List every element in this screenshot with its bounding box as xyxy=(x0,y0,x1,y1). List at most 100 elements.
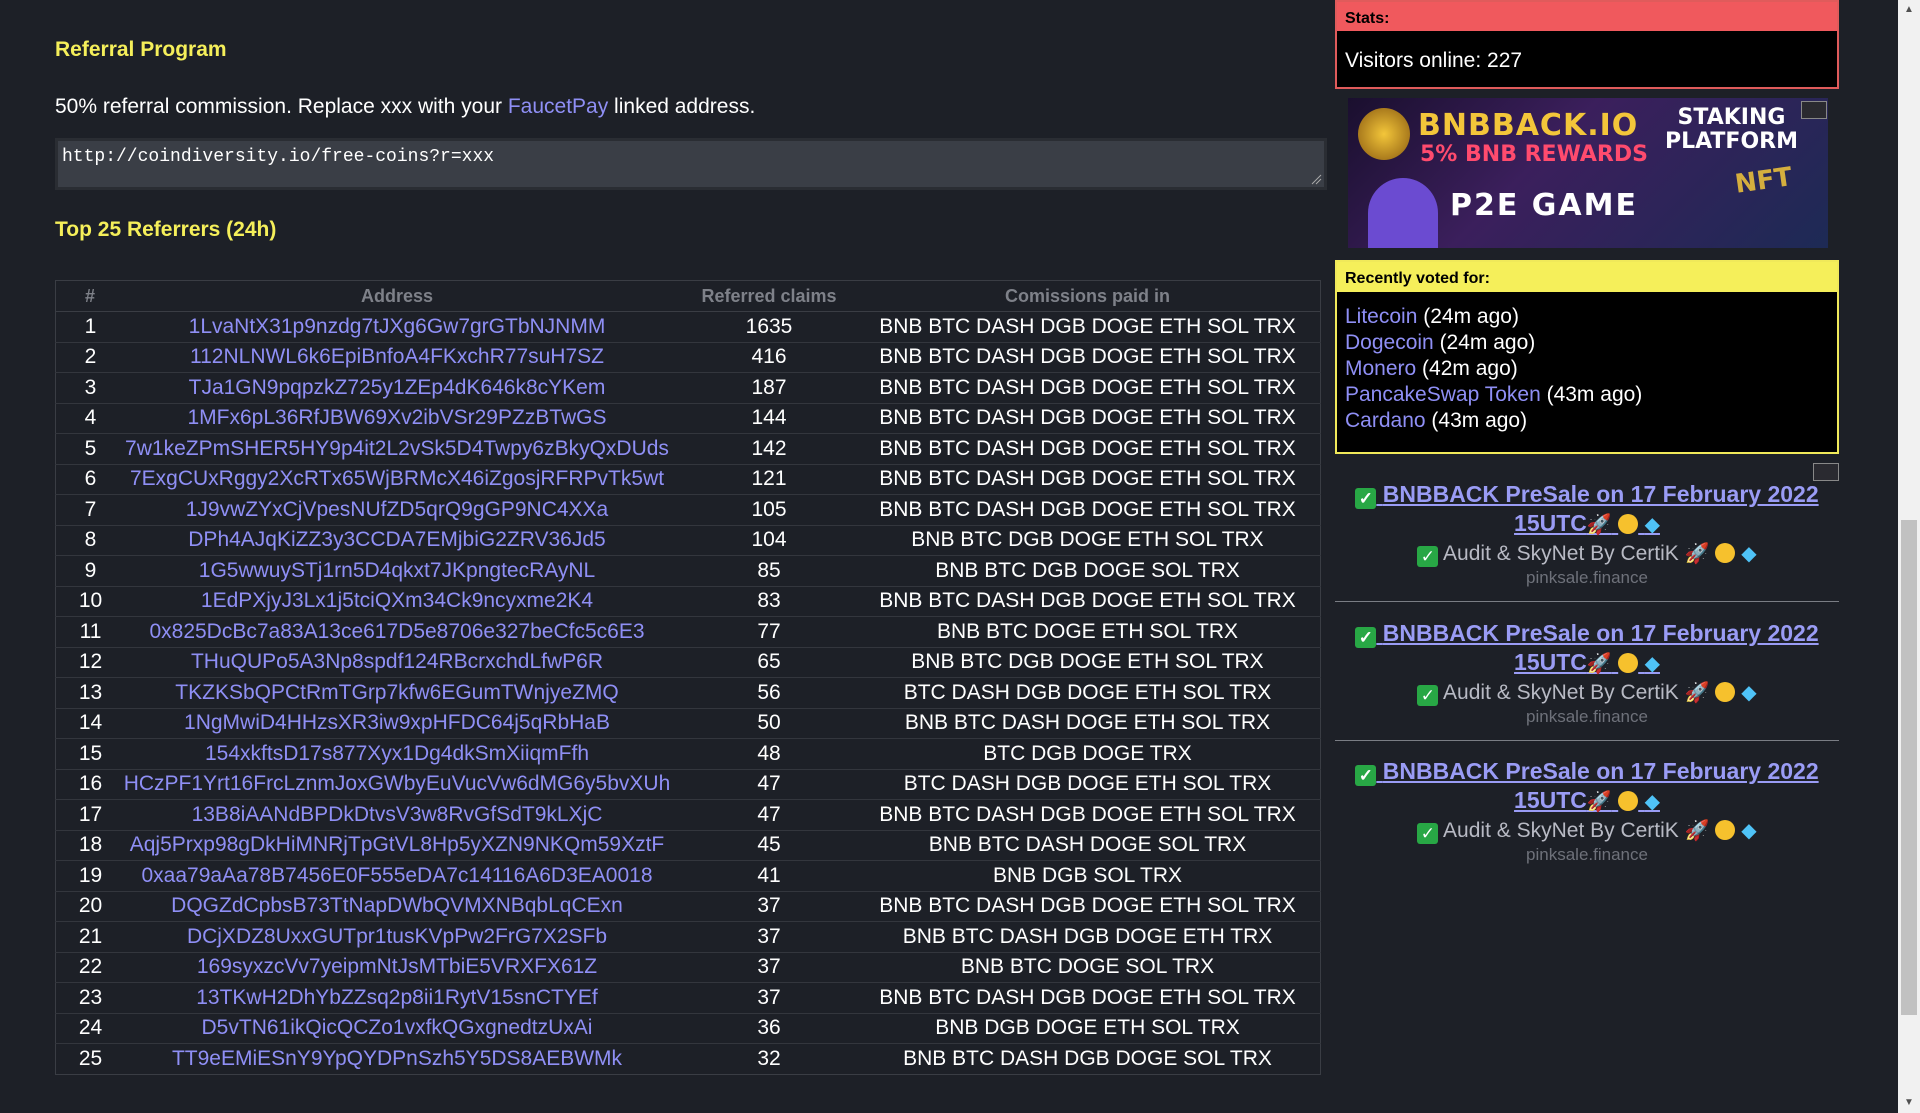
referrer-address-link[interactable]: 169syxzcVv7yeipmNtJsMTbiE5VRXFX61Z xyxy=(111,951,683,983)
referrer-address-link[interactable]: Aqj5Prxp98gDkHiMNRjTpGtVL8Hp5yXZN9NKQm59… xyxy=(111,829,683,861)
commission-coins: BNB BTC DASH DOGE SOL TRX xyxy=(855,829,1321,861)
referrer-address-link[interactable]: 13B8iAANdBPDkDtvsV3w8RvGfSdT9kLXjC xyxy=(111,799,683,830)
referred-claims: 47 xyxy=(683,768,855,800)
commission-coins: BTC DASH DGB DOGE ETH SOL TRX xyxy=(855,768,1321,800)
referral-url-textarea[interactable]: http://coindiversity.io/free-coins?r=xxx xyxy=(55,138,1327,190)
referred-claims: 37 xyxy=(683,951,855,983)
referrer-address-link[interactable]: TJa1GN9pqpzkZ725y1ZEp4dK646k8cYKem xyxy=(111,372,683,403)
referrer-address-link[interactable]: 1EdPXjyJ3Lx1j5tciQXm34Ck9ncyxme2K4 xyxy=(111,585,683,617)
scroll-up-arrow-icon[interactable]: ▲ xyxy=(1898,0,1920,20)
referrer-address-link[interactable]: 7ExgCUxRggy2XcRTx65WjBRMcX46iZgosjRFRPvT… xyxy=(111,463,683,495)
voted-coin-link[interactable]: Dogecoin xyxy=(1345,331,1434,354)
table-row: 9 1G5wwuySTj1rn5D4qkxt7JKpngtecRAyNL 85 BNB… xyxy=(55,555,1321,586)
presale-link[interactable]: ✓ BNBBACK PreSale on 17 February 2022 15U… xyxy=(1335,757,1839,816)
table-row: 18 Aqj5Prxp98gDkHiMNRjTpGtVL8Hp5yXZN9NKQm… xyxy=(55,829,1321,861)
referrer-address-link[interactable]: D5vTN61ikQicQCZo1vxfkQGxgnedtzUxAi xyxy=(111,1012,683,1044)
check-mark-icon: ✓ xyxy=(1417,546,1439,567)
presale-promo: ✓ BNBBACK PreSale on 17 February 2022 15U… xyxy=(1335,480,1839,588)
coin-icon xyxy=(1618,653,1639,673)
voted-time: (43m ago) xyxy=(1540,383,1643,406)
referred-claims: 144 xyxy=(683,402,855,434)
ad-choices-icon[interactable] xyxy=(1813,463,1839,481)
referrer-address-link[interactable]: 1NgMwiD4HHzsXR3iw9xpHFDC64j5qRbHaB xyxy=(111,707,683,739)
referred-claims: 77 xyxy=(683,616,855,647)
voted-item: PancakeSwap Token (43m ago) xyxy=(1345,382,1829,408)
page-scrollbar[interactable]: ▲ ▼ xyxy=(1898,0,1920,1113)
referrer-address-link[interactable]: DPh4AJqKiZZ3y3CCDA7EMjbiG2ZRV36Jd5 xyxy=(111,524,683,556)
referred-claims: 416 xyxy=(683,341,855,373)
voted-coin-link[interactable]: PancakeSwap Token xyxy=(1345,383,1541,406)
referrer-address-link[interactable]: 1MFx6pL36RfJBW69Xv2ibVSr29PZzBTwGS xyxy=(111,402,683,434)
presale-promo: ✓ BNBBACK PreSale on 17 February 2022 15U… xyxy=(1335,757,1839,865)
referrer-address-link[interactable]: DCjXDZ8UxxGUTpr1tusKVpPw2FrG7X2SFb xyxy=(111,921,683,952)
referrer-address-link[interactable]: 1G5wwuySTj1rn5D4qkxt7JKpngtecRAyNL xyxy=(111,555,683,586)
referrer-address-link[interactable]: 1J9vwZYxCjVpesNUfZD5qrQ9gGP9NC4XXa xyxy=(111,494,683,525)
referrer-address-link[interactable]: 112NLNWL6k6EpiBnfoA4FKxchR77suH7SZ xyxy=(111,341,683,373)
table-row: 4 1MFx6pL36RfJBW69Xv2ibVSr29PZzBTwGS 144 BN… xyxy=(55,402,1321,434)
row-rank: 9 xyxy=(55,555,111,586)
promo-divider xyxy=(1335,601,1839,602)
referred-claims: 37 xyxy=(683,982,855,1013)
table-row: 15 154xkftsD17s877Xyx1Dg4dkSmXiiqmFfh 48 BT… xyxy=(55,738,1321,769)
referrer-address-link[interactable]: 0xaa79aAa78B7456E0F555eDA7c14116A6D3EA00… xyxy=(111,860,683,891)
row-rank: 11 xyxy=(55,616,111,647)
referred-claims: 83 xyxy=(683,585,855,617)
check-mark-icon: ✓ xyxy=(1355,627,1377,648)
table-row: 13 TKZKSbQPCtRmTGrp7kfw6EGumTWnjyeZMQ 56 BT… xyxy=(55,677,1321,708)
commission-coins: BNB BTC DASH DGB DOGE ETH SOL TRX xyxy=(855,341,1321,373)
referred-claims: 45 xyxy=(683,829,855,861)
voted-coin-link[interactable]: Monero xyxy=(1345,357,1416,380)
voted-time: (42m ago) xyxy=(1416,357,1518,380)
presale-link[interactable]: ✓ BNBBACK PreSale on 17 February 2022 15U… xyxy=(1335,619,1839,678)
referrer-address-link[interactable]: 154xkftsD17s877Xyx1Dg4dkSmXiiqmFfh xyxy=(111,738,683,769)
rocket-icon: 🚀 xyxy=(1586,789,1612,813)
referrer-address-link[interactable]: 7w1keZPmSHER5HY9p4it2L2vSk5D4Twpy6zBkyQx… xyxy=(111,433,683,464)
top-referrers-table: # Address Referred claims Comissions pai… xyxy=(55,280,1321,1075)
ad-choices-icon[interactable] xyxy=(1801,101,1827,119)
referred-claims: 85 xyxy=(683,555,855,586)
bnbback-banner-ad[interactable]: BNBBACK.IO 5% BNB REWARDS STAKING PLATFOR… xyxy=(1348,98,1828,248)
referral-desc-prefix: 50% referral commission. Replace xxx wit… xyxy=(55,95,508,118)
gem-icon: ◆ xyxy=(1741,541,1757,565)
scrollbar-thumb[interactable] xyxy=(1901,520,1917,1015)
referrer-address-link[interactable]: DQGZdCpbsB73TtNapDWbQVMXNBqbLqCExn xyxy=(111,890,683,922)
voted-time: (24m ago) xyxy=(1417,305,1519,328)
presale-promo: ✓ BNBBACK PreSale on 17 February 2022 15U… xyxy=(1335,619,1839,727)
rocket-icon: 🚀 xyxy=(1684,818,1710,842)
voted-coin-link[interactable]: Litecoin xyxy=(1345,305,1417,328)
commission-coins: BNB BTC DASH DGB DOGE ETH SOL TRX xyxy=(855,463,1321,495)
referrer-address-link[interactable]: 13TKwH2DhYbZZsq2p8ii1RytV15snCTYEf xyxy=(111,982,683,1013)
voted-coin-link[interactable]: Cardano xyxy=(1345,409,1426,432)
row-rank: 22 xyxy=(55,951,111,983)
referrer-address-link[interactable]: 1LvaNtX31p9nzdg7tJXg6Gw7grGTbNJNMM xyxy=(111,311,683,342)
banner-game: P2E GAME xyxy=(1450,188,1638,223)
table-row: 7 1J9vwZYxCjVpesNUfZD5qrQ9gGP9NC4XXa 105 BN… xyxy=(55,494,1321,525)
resize-grip-icon[interactable] xyxy=(1310,173,1322,185)
promo-site: pinksale.finance xyxy=(1526,845,1648,864)
table-row: 24 D5vTN61ikQicQCZo1vxfkQGxgnedtzUxAi 36 BN… xyxy=(55,1012,1321,1044)
check-mark-icon: ✓ xyxy=(1355,488,1377,509)
commission-coins: BNB BTC DASH DGB DOGE ETH SOL TRX xyxy=(855,890,1321,922)
referrer-address-link[interactable]: TKZKSbQPCtRmTGrp7kfw6EGumTWnjyeZMQ xyxy=(111,677,683,708)
table-row: 2 112NLNWL6k6EpiBnfoA4FKxchR77suH7SZ 416 BN… xyxy=(55,341,1321,373)
referrer-address-link[interactable]: HCzPF1Yrt16FrcLznmJoxGWbyEuVucVw6dMG6y5b… xyxy=(111,768,683,800)
row-rank: 21 xyxy=(55,921,111,952)
faucetpay-link[interactable]: FaucetPay xyxy=(508,95,608,118)
banner-staking-line1: STAKING xyxy=(1677,105,1786,130)
banner-rewards: 5% BNB REWARDS xyxy=(1420,142,1648,167)
referred-claims: 36 xyxy=(683,1012,855,1044)
row-rank: 15 xyxy=(55,738,111,769)
voted-item: Cardano (43m ago) xyxy=(1345,408,1829,434)
referrer-address-link[interactable]: 0x825DcBc7a83A13ce617D5e8706e327beCfc5c6… xyxy=(111,616,683,647)
referred-claims: 47 xyxy=(683,799,855,830)
presale-link[interactable]: ✓ BNBBACK PreSale on 17 February 2022 15U… xyxy=(1335,480,1839,539)
referrer-address-link[interactable]: TT9eEMiESnY9YpQYDPnSzh5Y5DS8AEBWMk xyxy=(111,1043,683,1074)
row-rank: 8 xyxy=(55,524,111,556)
row-rank: 2 xyxy=(55,341,111,373)
referrer-address-link[interactable]: THuQUPo5A3Np8spdf124RBcrxchdLfwP6R xyxy=(111,646,683,678)
presale-title-line2: 15UTC xyxy=(1514,510,1587,536)
commission-coins: BNB BTC DASH DGB DOGE ETH SOL TRX xyxy=(855,585,1321,617)
referred-claims: 121 xyxy=(683,463,855,495)
scroll-down-arrow-icon[interactable]: ▼ xyxy=(1898,1093,1920,1113)
table-row: 1 1LvaNtX31p9nzdg7tJXg6Gw7grGTbNJNMM 1635 B… xyxy=(55,311,1321,342)
